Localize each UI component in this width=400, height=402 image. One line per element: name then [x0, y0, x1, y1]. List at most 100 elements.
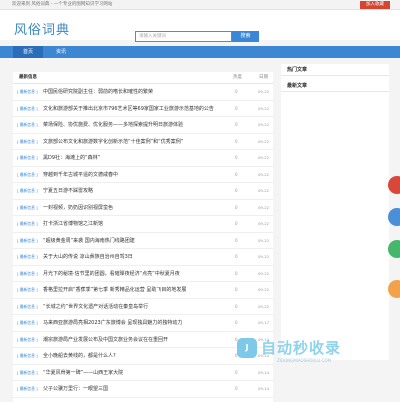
- item-title[interactable]: 全小晚船去黄线的，都是什么人?: [43, 348, 225, 364]
- item-title[interactable]: 潮宗旅游局产业发展公布及中国文旅业务会议在在重回开: [43, 332, 225, 348]
- item-hot: 0: [235, 287, 238, 292]
- item-tag[interactable]: [ 最新信息 ]: [17, 216, 38, 232]
- item-date: 09-22: [258, 270, 270, 276]
- item-date: 09-14: [258, 386, 270, 391]
- list-item[interactable]: [ 最新信息 ] “华夏风骨第一碑”——山西王家大院 0 09-14: [13, 365, 273, 381]
- list-item[interactable]: [ 最新信息 ] 文化和旅游部关于推出北京市796艺术区等69家国家工业旅游示范基…: [13, 101, 273, 117]
- item-date: 09-22: [258, 188, 270, 193]
- item-hot: 0: [235, 122, 238, 127]
- nav-tab-home[interactable]: 首页: [13, 46, 43, 58]
- item-tag[interactable]: [ 最新信息 ]: [17, 101, 38, 117]
- list-item[interactable]: [ 最新信息 ] 中国民俗研究院副主任：弱前的嗜长和璀性的繁荣 0 09-22: [13, 84, 273, 101]
- nav-tab-news[interactable]: 资讯: [46, 46, 76, 58]
- item-hot: 0: [235, 105, 238, 111]
- list-item[interactable]: [ 最新信息 ] 关于大山的传说 凉山彝族自治州自驾3日 0 09-22: [13, 249, 273, 266]
- item-title[interactable]: 打卡浙江省博物馆之江新馆: [43, 216, 225, 232]
- item-date: 09-22: [258, 237, 270, 243]
- item-title[interactable]: 穿越到千年古城平遥的文德咸春中: [43, 167, 225, 183]
- list-item[interactable]: [ 最新信息 ] 黑D9社：海滩上的“森林” 0 09-22: [13, 150, 273, 167]
- item-hot: 0: [235, 204, 238, 210]
- sidebar-new: 最新文章: [281, 80, 389, 360]
- item-tag[interactable]: [ 最新信息 ]: [17, 381, 38, 397]
- favorite-button[interactable]: 加入收藏: [360, 1, 390, 9]
- item-title[interactable]: 香格里拉开启“香蕉季”第七季 新秀精品化运营 呈助飞目的地发展: [43, 282, 225, 298]
- item-title[interactable]: 宁夏五日游不踩雷攻略: [43, 183, 225, 199]
- sidebar-hot-title: 热门文章: [281, 64, 389, 76]
- item-tag[interactable]: [ 最新信息 ]: [17, 150, 38, 166]
- search-input[interactable]: 请输入关键词: [135, 31, 232, 42]
- float-wechat-icon[interactable]: [388, 240, 400, 258]
- list-item[interactable]: [ 最新信息 ] 一封视频，奶奶因识别视屏蛮色 0 09-22: [13, 200, 273, 216]
- item-tag[interactable]: [ 最新信息 ]: [17, 200, 38, 216]
- item-date: 09-22: [258, 122, 270, 127]
- item-tag[interactable]: [ 最新信息 ]: [17, 348, 38, 364]
- site-logo[interactable]: 风俗词典: [14, 19, 70, 38]
- item-date: 09-22: [258, 221, 270, 226]
- list-item[interactable]: [ 最新信息 ] 穿越到千年古城平遥的文德咸春中 0 09-22: [13, 167, 273, 183]
- item-title[interactable]: “超级黄金周”来袭 国内海南热门线路团建: [43, 233, 225, 249]
- watermark-sub: ZIDONGMIAOSHOULU.COM: [277, 358, 331, 363]
- list-item[interactable]: [ 最新信息 ] 月光下的秘境·信节里的团圆，看璀璨夜经济“点亮”中秋夏月夜 0 09…: [13, 266, 273, 282]
- welcome-text: 欢迎来到 风俗词典 - 一个专业的图网知识学习网站: [12, 2, 113, 7]
- col-date: 日期: [259, 75, 268, 80]
- item-title[interactable]: 马来西亚旅游局亮相2023广东旅博会 呈现独具魅力的独特动力: [43, 315, 225, 331]
- item-tag[interactable]: [ 最新信息 ]: [17, 282, 38, 298]
- list-item[interactable]: [ 最新信息 ] 文旅部公布文化和旅游数字化创新示范“十佳案例”和“优秀案例” 0 0…: [13, 134, 273, 150]
- search-button[interactable]: 搜索: [232, 31, 259, 42]
- float-top-icon[interactable]: [388, 280, 400, 298]
- item-title[interactable]: 父子公骥万里行：一眼望三国: [43, 381, 225, 397]
- item-date: 09-22: [258, 303, 270, 309]
- nav-bar: 首页 资讯: [0, 46, 400, 58]
- item-tag[interactable]: [ 最新信息 ]: [17, 299, 38, 315]
- float-share-icon[interactable]: [388, 176, 400, 194]
- item-title[interactable]: 黑D9社：海滩上的“森林”: [43, 150, 225, 166]
- list-item[interactable]: [ 最新信息 ] “长城之约”世界文化遗产对话活动在秦皇岛举行 0 09-22: [13, 299, 273, 315]
- list-title: 最新信息: [19, 75, 37, 80]
- item-tag[interactable]: [ 最新信息 ]: [17, 183, 38, 199]
- list-item[interactable]: [ 最新信息 ] 香格里拉开启“香蕉季”第七季 新秀精品化运营 呈助飞目的地发展 0…: [13, 282, 273, 299]
- list-item[interactable]: [ 最新信息 ] “超级黄金周”来袭 国内海南热门线路团建 0 09-22: [13, 233, 273, 249]
- item-title[interactable]: 关于大山的传说 凉山彝族自治州自驾3日: [43, 249, 225, 265]
- item-tag[interactable]: [ 最新信息 ]: [17, 365, 38, 381]
- list-item[interactable]: [ 最新信息 ] 全小晚船去黄线的，都是什么人? 0 09-14: [13, 348, 273, 365]
- list-item[interactable]: [ 最新信息 ] 菜场保险、协优施费、优化服务——多地探索提升明日旅游体验 0 09-…: [13, 117, 273, 134]
- item-date: 09-22: [258, 204, 270, 210]
- item-title[interactable]: 文旅部公布文化和旅游数字化创新示范“十佳案例”和“优秀案例”: [43, 134, 225, 150]
- list-header: 最新信息 热度 日期: [13, 72, 273, 84]
- item-date: 09-22: [258, 138, 270, 144]
- header: 风俗词典 请输入关键词 搜索: [0, 10, 400, 42]
- item-title[interactable]: “长城之约”世界文化遗产对话活动在秦皇岛举行: [43, 299, 225, 315]
- item-date: 09-22: [258, 89, 270, 94]
- list-item[interactable]: [ 最新信息 ] 打卡浙江省博物馆之江新馆 0 09-22: [13, 216, 273, 233]
- item-title[interactable]: “华夏风骨第一碑”——山西王家大院: [43, 365, 225, 381]
- item-tag[interactable]: [ 最新信息 ]: [17, 134, 38, 150]
- list-item[interactable]: [ 最新信息 ] 潮宗旅游局产业发展公布及中国文旅业务会议在在重回开 0 09-14: [13, 332, 273, 348]
- item-tag[interactable]: [ 最新信息 ]: [17, 167, 38, 183]
- item-date: 09-22: [258, 105, 270, 111]
- item-title[interactable]: 中国民俗研究院副主任：弱前的嗜长和璀性的繁荣: [43, 84, 225, 100]
- item-tag[interactable]: [ 最新信息 ]: [17, 249, 38, 265]
- item-tag[interactable]: [ 最新信息 ]: [17, 332, 38, 348]
- item-title[interactable]: 月光下的秘境·信节里的团圆，看璀璨夜经济“点亮”中秋夏月夜: [43, 266, 225, 282]
- item-tag[interactable]: [ 最新信息 ]: [17, 315, 38, 331]
- watermark-text: 自动秒收录: [261, 339, 342, 357]
- item-title[interactable]: 菜场保险、协优施费、优化服务——多地探索提升明日旅游体验: [43, 117, 225, 133]
- item-hot: 0: [235, 138, 238, 144]
- item-date: 09-22: [258, 287, 270, 292]
- float-qq-icon[interactable]: [388, 208, 400, 226]
- item-tag[interactable]: [ 最新信息 ]: [17, 233, 38, 249]
- item-title[interactable]: 一封视频，奶奶因识别视屏蛮色: [43, 200, 225, 216]
- item-title[interactable]: 文化和旅游部关于推出北京市796艺术区等69家国家工业旅游示范基地的公告: [43, 101, 225, 117]
- list-item[interactable]: [ 最新信息 ] 马来西亚旅游局亮相2023广东旅博会 呈现独具魅力的独特动力 0 0…: [13, 315, 273, 332]
- watermark-logo-icon: J: [237, 338, 257, 358]
- list-item[interactable]: [ 最新信息 ] 父子公骥万里行：一眼望三国 0 09-14: [13, 381, 273, 398]
- item-tag[interactable]: [ 最新信息 ]: [17, 117, 38, 133]
- list-item[interactable]: [ 最新信息 ] 宁夏五日游不踩雷攻略 0 09-22: [13, 183, 273, 200]
- item-hot: 0: [235, 303, 238, 309]
- item-hot: 0: [235, 171, 238, 177]
- item-hot: 0: [235, 270, 238, 276]
- item-hot: 0: [235, 386, 238, 391]
- item-tag[interactable]: [ 最新信息 ]: [17, 84, 38, 100]
- item-tag[interactable]: [ 最新信息 ]: [17, 266, 38, 282]
- item-hot: 0: [235, 254, 238, 259]
